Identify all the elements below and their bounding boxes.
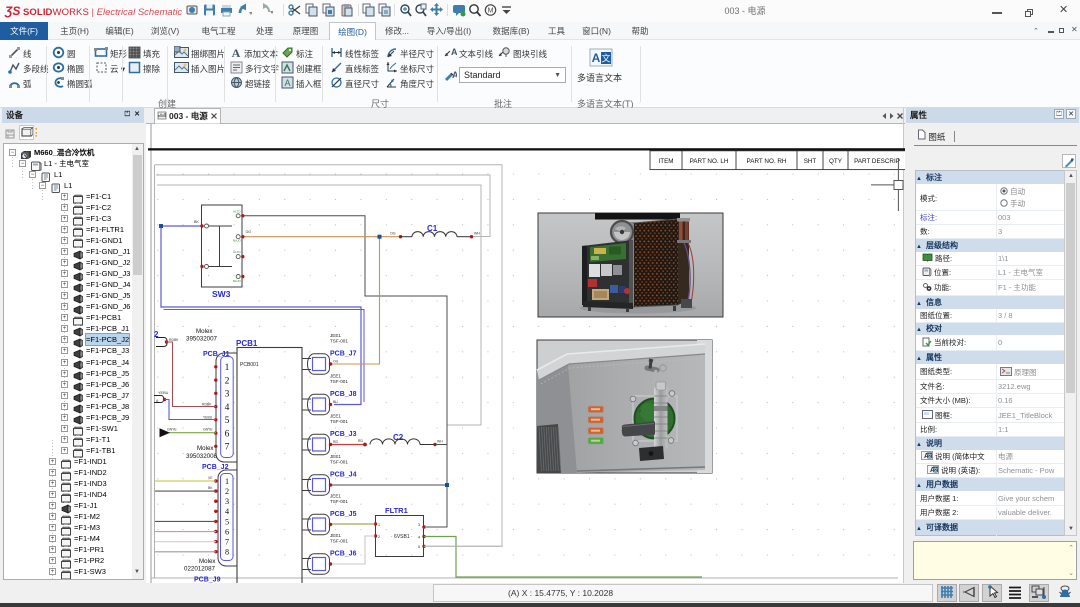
svg-text:PCB_J6: PCB_J6	[330, 551, 357, 558]
svg-text:PART NO. LH: PART NO. LH	[690, 158, 729, 165]
svg-text:YEBU: YEBU	[158, 391, 169, 395]
svg-text:BU: BU	[333, 400, 338, 404]
svg-text:PCB_J3: PCB_J3	[330, 431, 357, 438]
svg-text:RD: RD	[333, 440, 338, 444]
svg-text:7: 7	[225, 538, 229, 547]
svg-text:6: 6	[225, 429, 230, 439]
svg-text:395032008: 395032008	[186, 453, 218, 460]
svg-text:ITEM: ITEM	[658, 158, 673, 165]
svg-text:PCB_J8: PCB_J8	[330, 391, 357, 398]
svg-text:TSF-001: TSF-001	[330, 379, 348, 384]
svg-text:JEE1: JEE1	[330, 454, 341, 459]
svg-text:QTY: QTY	[829, 158, 843, 165]
svg-text:A: A	[284, 78, 290, 88]
svg-text:· 6VSB1 ·: · 6VSB1 ·	[391, 534, 413, 540]
svg-text:2: 2	[378, 535, 380, 539]
svg-text:4: 4	[225, 403, 230, 413]
svg-text:GNYE: GNYE	[203, 428, 213, 432]
svg-text:文: 文	[601, 53, 610, 64]
svg-text:PCB_J7: PCB_J7	[330, 351, 357, 358]
svg-text:OG: OG	[390, 232, 396, 236]
svg-text:ALTO: ALTO	[233, 210, 241, 214]
svg-text:6: 6	[225, 527, 229, 536]
svg-text:文: 文	[927, 453, 932, 460]
svg-text:BAJO: BAJO	[233, 279, 242, 283]
svg-text:2: 2	[225, 487, 229, 496]
svg-text:3: 3	[225, 497, 229, 506]
svg-text:M: M	[488, 8, 494, 15]
svg-text:PCB001: PCB001	[240, 362, 259, 368]
svg-text:5: 5	[418, 545, 420, 549]
svg-text:TSF-001: TSF-001	[330, 419, 348, 424]
svg-text:TSF-001: TSF-001	[330, 539, 348, 544]
svg-text:OG: OG	[246, 230, 252, 234]
svg-text:WH: WH	[437, 440, 443, 444]
svg-text:WH: WH	[474, 232, 480, 236]
svg-text:Molex: Molex	[199, 558, 216, 565]
svg-text:A: A	[452, 70, 457, 80]
svg-text:1: 1	[225, 477, 229, 486]
svg-text:BAJO: BAJO	[233, 239, 242, 243]
svg-text:PCB1: PCB1	[236, 339, 258, 348]
svg-text:JEE1: JEE1	[330, 414, 341, 419]
svg-text:8: 8	[225, 548, 229, 557]
svg-text:003 - 电源: 003 - 电源	[169, 111, 208, 121]
svg-text:BK: BK	[208, 486, 213, 490]
svg-text:2: 2	[225, 376, 230, 386]
svg-text:PCB_J5: PCB_J5	[330, 511, 357, 518]
svg-text:4: 4	[418, 536, 420, 540]
svg-text:SW3: SW3	[212, 289, 231, 299]
svg-text:JEE1: JEE1	[330, 333, 341, 338]
svg-text:JEE1: JEE1	[330, 374, 341, 379]
svg-text:YEBU: YEBU	[203, 416, 213, 420]
svg-text:5: 5	[225, 416, 230, 426]
svg-text:1: 1	[378, 523, 380, 527]
svg-text:BK: BK	[194, 220, 199, 224]
svg-text:022012087: 022012087	[184, 566, 216, 573]
svg-text:TSF-001: TSF-001	[330, 499, 348, 504]
svg-text:PART DESCRIP: PART DESCRIP	[854, 158, 900, 165]
svg-text:RDBK: RDBK	[202, 403, 212, 407]
svg-text:PART NO. RH: PART NO. RH	[747, 158, 787, 165]
svg-text:1: 1	[225, 363, 230, 373]
svg-text:文: 文	[933, 467, 938, 474]
svg-text:RD: RD	[358, 439, 363, 443]
svg-text:ALTO: ALTO	[233, 250, 241, 254]
svg-text:PCB_J4: PCB_J4	[330, 472, 357, 479]
svg-text:TSF-001: TSF-001	[330, 460, 348, 465]
svg-text:395032007: 395032007	[186, 336, 218, 343]
svg-text:GNYE: GNYE	[167, 428, 177, 432]
svg-text:Molex: Molex	[197, 445, 214, 452]
svg-text:A: A	[592, 51, 601, 65]
svg-text:YE: YE	[208, 476, 213, 480]
svg-text:5: 5	[225, 517, 229, 526]
svg-text:JEE1: JEE1	[330, 494, 341, 499]
svg-text:PCB_J2: PCB_J2	[202, 464, 229, 471]
svg-text:PCB_J1: PCB_J1	[203, 351, 230, 358]
svg-text:A: A	[451, 47, 457, 57]
svg-text:SHT: SHT	[804, 158, 817, 165]
svg-text:7: 7	[225, 443, 230, 453]
svg-text:FLTR1: FLTR1	[385, 506, 408, 515]
svg-text:Molex: Molex	[196, 328, 213, 335]
svg-text:RDBK: RDBK	[169, 338, 179, 342]
svg-text:4: 4	[225, 507, 229, 516]
svg-text:A: A	[232, 46, 241, 59]
svg-text:JEE1: JEE1	[330, 533, 341, 538]
svg-text:C2: C2	[393, 433, 404, 442]
svg-text:3: 3	[225, 390, 230, 400]
svg-text:TSF-001: TSF-001	[330, 339, 348, 344]
svg-text:3: 3	[418, 523, 420, 527]
svg-text:OG: OG	[333, 360, 339, 364]
